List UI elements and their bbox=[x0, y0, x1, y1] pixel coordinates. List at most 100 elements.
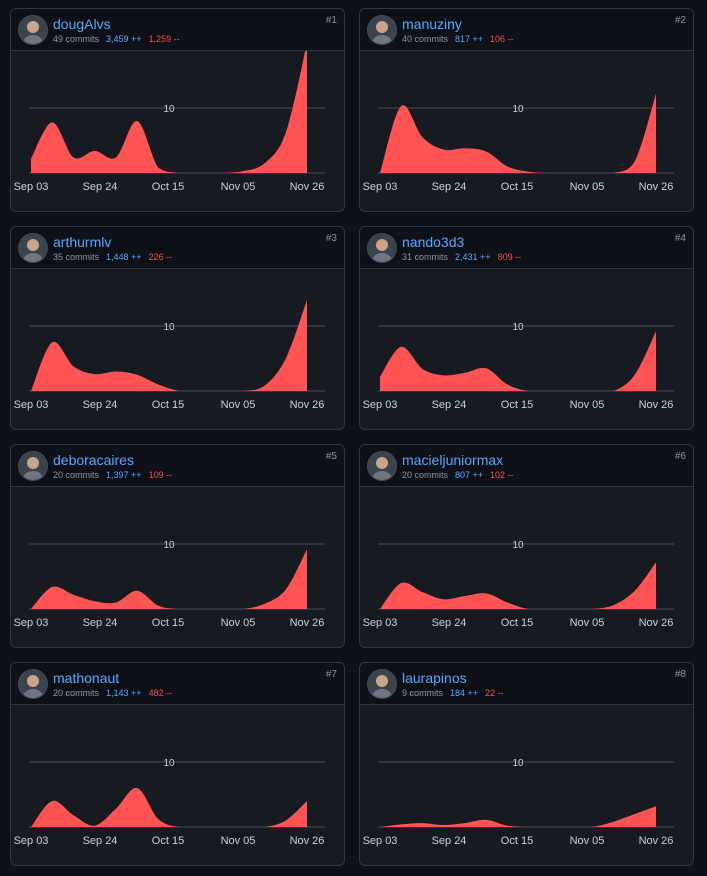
commit-count[interactable]: 20 commits bbox=[53, 470, 99, 480]
additions-count: 807 ++ bbox=[455, 470, 484, 480]
additions-count: 3,459 ++ bbox=[106, 34, 142, 44]
x-tick-label: Nov 26 bbox=[639, 399, 674, 411]
x-tick-label: Oct 15 bbox=[152, 181, 184, 193]
x-tick-label: Nov 26 bbox=[290, 835, 325, 847]
contributor-stats: 40 commits 817 ++ 106 -- bbox=[402, 34, 521, 45]
rank-label: #2 bbox=[674, 15, 686, 26]
card-header: manuziny 40 commits 817 ++ 106 -- #2 bbox=[360, 9, 693, 51]
x-tick-label: Nov 05 bbox=[570, 399, 605, 411]
additions-count: 817 ++ bbox=[455, 34, 484, 44]
contribution-area-chart: 10 Sep 03 Sep 24 Oct 15 Nov 05 Nov 26 bbox=[14, 300, 325, 411]
x-tick-label: Oct 15 bbox=[501, 617, 533, 629]
x-tick-label: Nov 26 bbox=[639, 835, 674, 847]
contributor-card: macieljuniormax 20 commits 807 ++ 102 -- #6 1… bbox=[359, 444, 694, 648]
deletions-count: 1,259 -- bbox=[148, 34, 180, 44]
rank-label: #6 bbox=[674, 451, 686, 462]
avatar[interactable] bbox=[367, 233, 397, 263]
x-tick-label: Nov 05 bbox=[221, 617, 256, 629]
contributor-username-link[interactable]: laurapinos bbox=[402, 670, 467, 686]
x-tick-label: Sep 24 bbox=[432, 399, 467, 411]
deletions-count: 102 -- bbox=[490, 470, 514, 480]
x-tick-label: Oct 15 bbox=[501, 835, 533, 847]
contributor-stats: 20 commits 1,397 ++ 109 -- bbox=[53, 470, 179, 481]
commit-count[interactable]: 31 commits bbox=[402, 252, 448, 262]
avatar[interactable] bbox=[18, 669, 48, 699]
y-tick-label: 10 bbox=[512, 540, 524, 551]
commit-count[interactable]: 35 commits bbox=[53, 252, 99, 262]
x-tick-label: Sep 24 bbox=[83, 181, 118, 193]
contribution-area-chart: 10 Sep 03 Sep 24 Oct 15 Nov 05 Nov 26 bbox=[363, 322, 674, 411]
commit-count[interactable]: 20 commits bbox=[53, 688, 99, 698]
contributor-card: manuziny 40 commits 817 ++ 106 -- #2 10 Sep 03… bbox=[359, 8, 694, 212]
contributor-username-link[interactable]: mathonaut bbox=[53, 670, 119, 686]
commit-count[interactable]: 49 commits bbox=[53, 34, 99, 44]
contributor-stats: 9 commits 184 ++ 22 -- bbox=[402, 688, 511, 699]
card-header: dougAlvs 49 commits 3,459 ++ 1,259 -- #1 bbox=[11, 9, 344, 51]
contributor-card: nando3d3 31 commits 2,431 ++ 809 -- #4 10 Sep … bbox=[359, 226, 694, 430]
avatar[interactable] bbox=[18, 451, 48, 481]
avatar[interactable] bbox=[18, 15, 48, 45]
rank-label: #8 bbox=[674, 669, 686, 680]
commit-count[interactable]: 9 commits bbox=[402, 688, 443, 698]
contribution-area-chart: 10 Sep 03 Sep 24 Oct 15 Nov 05 Nov 26 bbox=[14, 51, 325, 193]
commit-count[interactable]: 20 commits bbox=[402, 470, 448, 480]
commit-activity-area bbox=[31, 300, 307, 391]
contributor-username-link[interactable]: dougAlvs bbox=[53, 16, 111, 32]
contributor-stats: 20 commits 807 ++ 102 -- bbox=[402, 470, 521, 481]
x-tick-label: Sep 24 bbox=[432, 835, 467, 847]
x-tick-label: Nov 26 bbox=[290, 617, 325, 629]
card-header: macieljuniormax 20 commits 807 ++ 102 -- #6 bbox=[360, 445, 693, 487]
deletions-count: 106 -- bbox=[490, 34, 514, 44]
avatar[interactable] bbox=[367, 15, 397, 45]
card-header: arthurmlv 35 commits 1,448 ++ 226 -- #3 bbox=[11, 227, 344, 269]
x-tick-label: Nov 26 bbox=[290, 399, 325, 411]
additions-count: 1,397 ++ bbox=[106, 470, 142, 480]
card-header: nando3d3 31 commits 2,431 ++ 809 -- #4 bbox=[360, 227, 693, 269]
rank-label: #7 bbox=[325, 669, 337, 680]
commit-activity-area bbox=[380, 331, 656, 391]
additions-count: 1,448 ++ bbox=[106, 252, 142, 262]
x-tick-label: Sep 24 bbox=[432, 617, 467, 629]
deletions-count: 22 -- bbox=[485, 688, 504, 698]
y-tick-label: 10 bbox=[512, 322, 524, 333]
commit-activity-area bbox=[31, 549, 307, 609]
avatar[interactable] bbox=[367, 669, 397, 699]
contributor-username-link[interactable]: arthurmlv bbox=[53, 234, 111, 250]
x-tick-label: Nov 05 bbox=[221, 835, 256, 847]
contributor-stats: 31 commits 2,431 ++ 809 -- bbox=[402, 252, 528, 263]
x-tick-label: Sep 24 bbox=[83, 617, 118, 629]
x-tick-label: Oct 15 bbox=[501, 399, 533, 411]
contributor-username-link[interactable]: deboracaires bbox=[53, 452, 134, 468]
contributor-username-link[interactable]: manuziny bbox=[402, 16, 462, 32]
avatar[interactable] bbox=[367, 451, 397, 481]
contributor-username-link[interactable]: nando3d3 bbox=[402, 234, 464, 250]
x-tick-label: Sep 03 bbox=[14, 835, 49, 847]
additions-count: 1,143 ++ bbox=[106, 688, 142, 698]
contribution-area-chart: 10 Sep 03 Sep 24 Oct 15 Nov 05 Nov 26 bbox=[14, 758, 325, 847]
x-tick-label: Oct 15 bbox=[152, 835, 184, 847]
card-header: mathonaut 20 commits 1,143 ++ 482 -- #7 bbox=[11, 663, 344, 705]
contribution-area-chart: 10 Sep 03 Sep 24 Oct 15 Nov 05 Nov 26 bbox=[363, 540, 674, 629]
x-tick-label: Sep 03 bbox=[14, 181, 49, 193]
x-tick-label: Oct 15 bbox=[152, 617, 184, 629]
commit-activity-area bbox=[380, 562, 656, 609]
rank-label: #4 bbox=[674, 233, 686, 244]
user-avatar-icon bbox=[368, 16, 396, 44]
contributor-username-link[interactable]: macieljuniormax bbox=[402, 452, 503, 468]
x-tick-label: Nov 05 bbox=[570, 835, 605, 847]
avatar[interactable] bbox=[18, 233, 48, 263]
y-tick-label: 10 bbox=[512, 758, 524, 769]
user-avatar-icon bbox=[368, 234, 396, 262]
additions-count: 184 ++ bbox=[450, 688, 479, 698]
x-tick-label: Nov 05 bbox=[221, 181, 256, 193]
rank-label: #5 bbox=[325, 451, 337, 462]
x-tick-label: Nov 05 bbox=[221, 399, 256, 411]
commit-activity-area bbox=[380, 806, 656, 827]
x-tick-label: Sep 03 bbox=[363, 399, 398, 411]
y-tick-label: 10 bbox=[512, 104, 524, 115]
contributor-card: arthurmlv 35 commits 1,448 ++ 226 -- #3 10 Sep… bbox=[10, 226, 345, 430]
user-avatar-icon bbox=[19, 234, 47, 262]
rank-label: #1 bbox=[325, 15, 337, 26]
commit-count[interactable]: 40 commits bbox=[402, 34, 448, 44]
y-tick-label: 10 bbox=[163, 104, 175, 115]
